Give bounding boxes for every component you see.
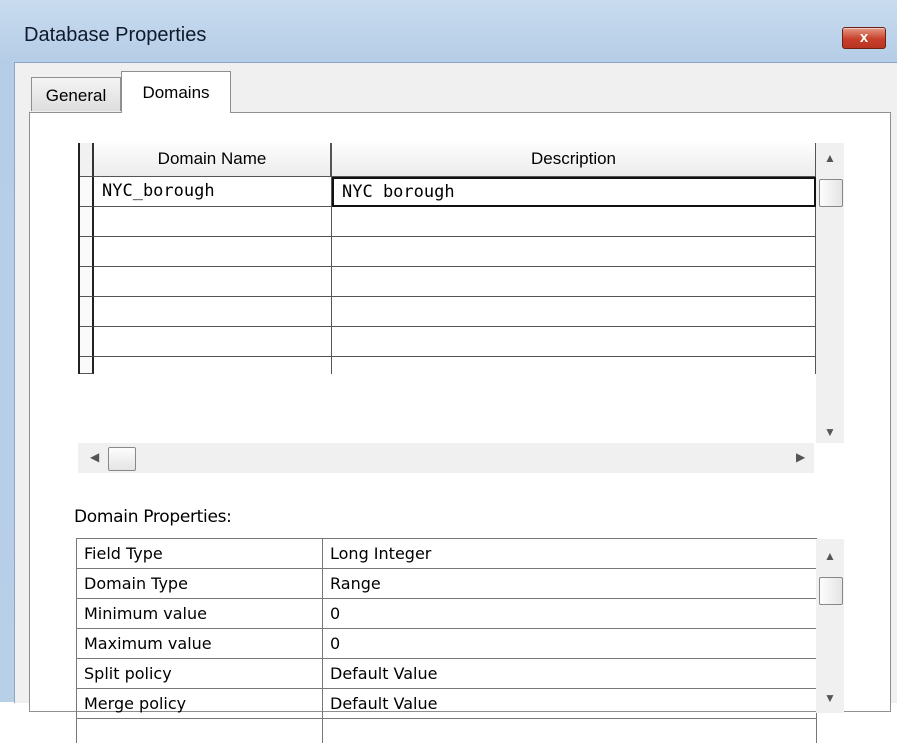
row-selector[interactable] <box>80 207 94 237</box>
grid-vertical-scrollbar[interactable]: ▲ ▼ <box>816 143 844 443</box>
description-cell[interactable] <box>332 357 816 374</box>
property-value-cell[interactable]: 0 <box>323 599 817 629</box>
title-bar[interactable]: Database Properties x <box>0 0 897 62</box>
property-value-cell[interactable]: Long Integer <box>323 539 817 569</box>
properties-vertical-scrollbar[interactable]: ▲ ▼ <box>816 539 844 713</box>
property-row[interactable] <box>77 719 817 743</box>
property-name-cell: Domain Type <box>77 569 323 599</box>
domains-tab-panel: Domain Name Description NYC_borough NYC … <box>29 112 891 743</box>
row-selector[interactable] <box>80 357 94 374</box>
domain-name-cell[interactable] <box>94 237 332 267</box>
scroll-up-arrow-icon[interactable]: ▲ <box>816 151 844 165</box>
domain-name-cell[interactable]: NYC_borough <box>94 177 332 207</box>
property-row[interactable]: Field Type Long Integer <box>77 539 817 569</box>
row-selector[interactable] <box>80 237 94 267</box>
tab-domains[interactable]: Domains <box>121 71 231 113</box>
grid-horizontal-scrollbar[interactable]: ◀ ▶ <box>78 443 814 473</box>
scroll-thumb[interactable] <box>819 179 843 207</box>
property-name-cell: Minimum value <box>77 599 323 629</box>
close-icon: x <box>859 29 869 46</box>
tab-domains-label: Domains <box>142 83 210 102</box>
description-cell[interactable] <box>332 267 816 297</box>
grid-row[interactable] <box>80 267 816 297</box>
scroll-thumb[interactable] <box>819 577 843 605</box>
scroll-right-arrow-icon[interactable]: ▶ <box>796 450 805 464</box>
window-title: Database Properties <box>24 24 207 46</box>
property-value-cell[interactable]: Default Value <box>323 689 817 719</box>
description-cell[interactable]: NYC borough <box>332 177 816 207</box>
dialog-window: Database Properties x General Domains Do… <box>0 0 897 743</box>
property-name-cell: Field Type <box>77 539 323 569</box>
grid-row[interactable] <box>80 327 816 357</box>
row-selector[interactable] <box>80 297 94 327</box>
scroll-thumb[interactable] <box>108 447 136 471</box>
column-header-description[interactable]: Description <box>332 143 816 177</box>
grid-corner-cell[interactable] <box>80 143 94 177</box>
property-row[interactable]: Minimum value 0 <box>77 599 817 629</box>
grid-row[interactable] <box>80 237 816 267</box>
property-name-cell <box>77 719 323 743</box>
close-button[interactable]: x <box>842 27 886 49</box>
domain-name-cell[interactable] <box>94 267 332 297</box>
domain-name-cell[interactable] <box>94 327 332 357</box>
scroll-down-arrow-icon[interactable]: ▼ <box>816 425 844 439</box>
description-cell[interactable] <box>332 297 816 327</box>
grid-row[interactable] <box>80 357 816 374</box>
row-selector[interactable] <box>80 267 94 297</box>
property-name-cell: Split policy <box>77 659 323 689</box>
property-row[interactable]: Maximum value 0 <box>77 629 817 659</box>
tab-general-label: General <box>45 86 107 105</box>
column-header-domain-name[interactable]: Domain Name <box>94 143 332 177</box>
grid-row[interactable] <box>80 207 816 237</box>
property-value-cell[interactable]: 0 <box>323 629 817 659</box>
description-cell[interactable] <box>332 327 816 357</box>
scroll-down-arrow-icon[interactable]: ▼ <box>816 691 844 705</box>
scroll-left-arrow-icon[interactable]: ◀ <box>90 450 99 464</box>
domains-grid: Domain Name Description NYC_borough NYC … <box>78 143 816 374</box>
row-selector[interactable] <box>80 177 94 207</box>
domain-properties-label: Domain Properties: <box>74 507 232 527</box>
property-value-cell[interactable] <box>323 719 817 743</box>
property-value-cell[interactable]: Default Value <box>323 659 817 689</box>
domain-properties-table: Field Type Long Integer Domain Type Rang… <box>76 538 817 743</box>
scroll-up-arrow-icon[interactable]: ▲ <box>816 549 844 563</box>
grid-row[interactable] <box>80 297 816 327</box>
dialog-client-area: General Domains Domain Name Description … <box>14 62 897 743</box>
domain-name-cell[interactable] <box>94 297 332 327</box>
property-row[interactable]: Domain Type Range <box>77 569 817 599</box>
grid-header-row: Domain Name Description <box>80 143 816 177</box>
property-name-cell: Maximum value <box>77 629 323 659</box>
property-name-cell: Merge policy <box>77 689 323 719</box>
property-value-cell[interactable]: Range <box>323 569 817 599</box>
property-row[interactable]: Merge policy Default Value <box>77 689 817 719</box>
description-cell[interactable] <box>332 207 816 237</box>
domain-name-cell[interactable] <box>94 207 332 237</box>
domain-name-cell[interactable] <box>94 357 332 374</box>
property-row[interactable]: Split policy Default Value <box>77 659 817 689</box>
description-cell[interactable] <box>332 237 816 267</box>
grid-row[interactable]: NYC_borough NYC borough <box>80 177 816 207</box>
tab-general[interactable]: General <box>31 77 121 111</box>
row-selector[interactable] <box>80 327 94 357</box>
